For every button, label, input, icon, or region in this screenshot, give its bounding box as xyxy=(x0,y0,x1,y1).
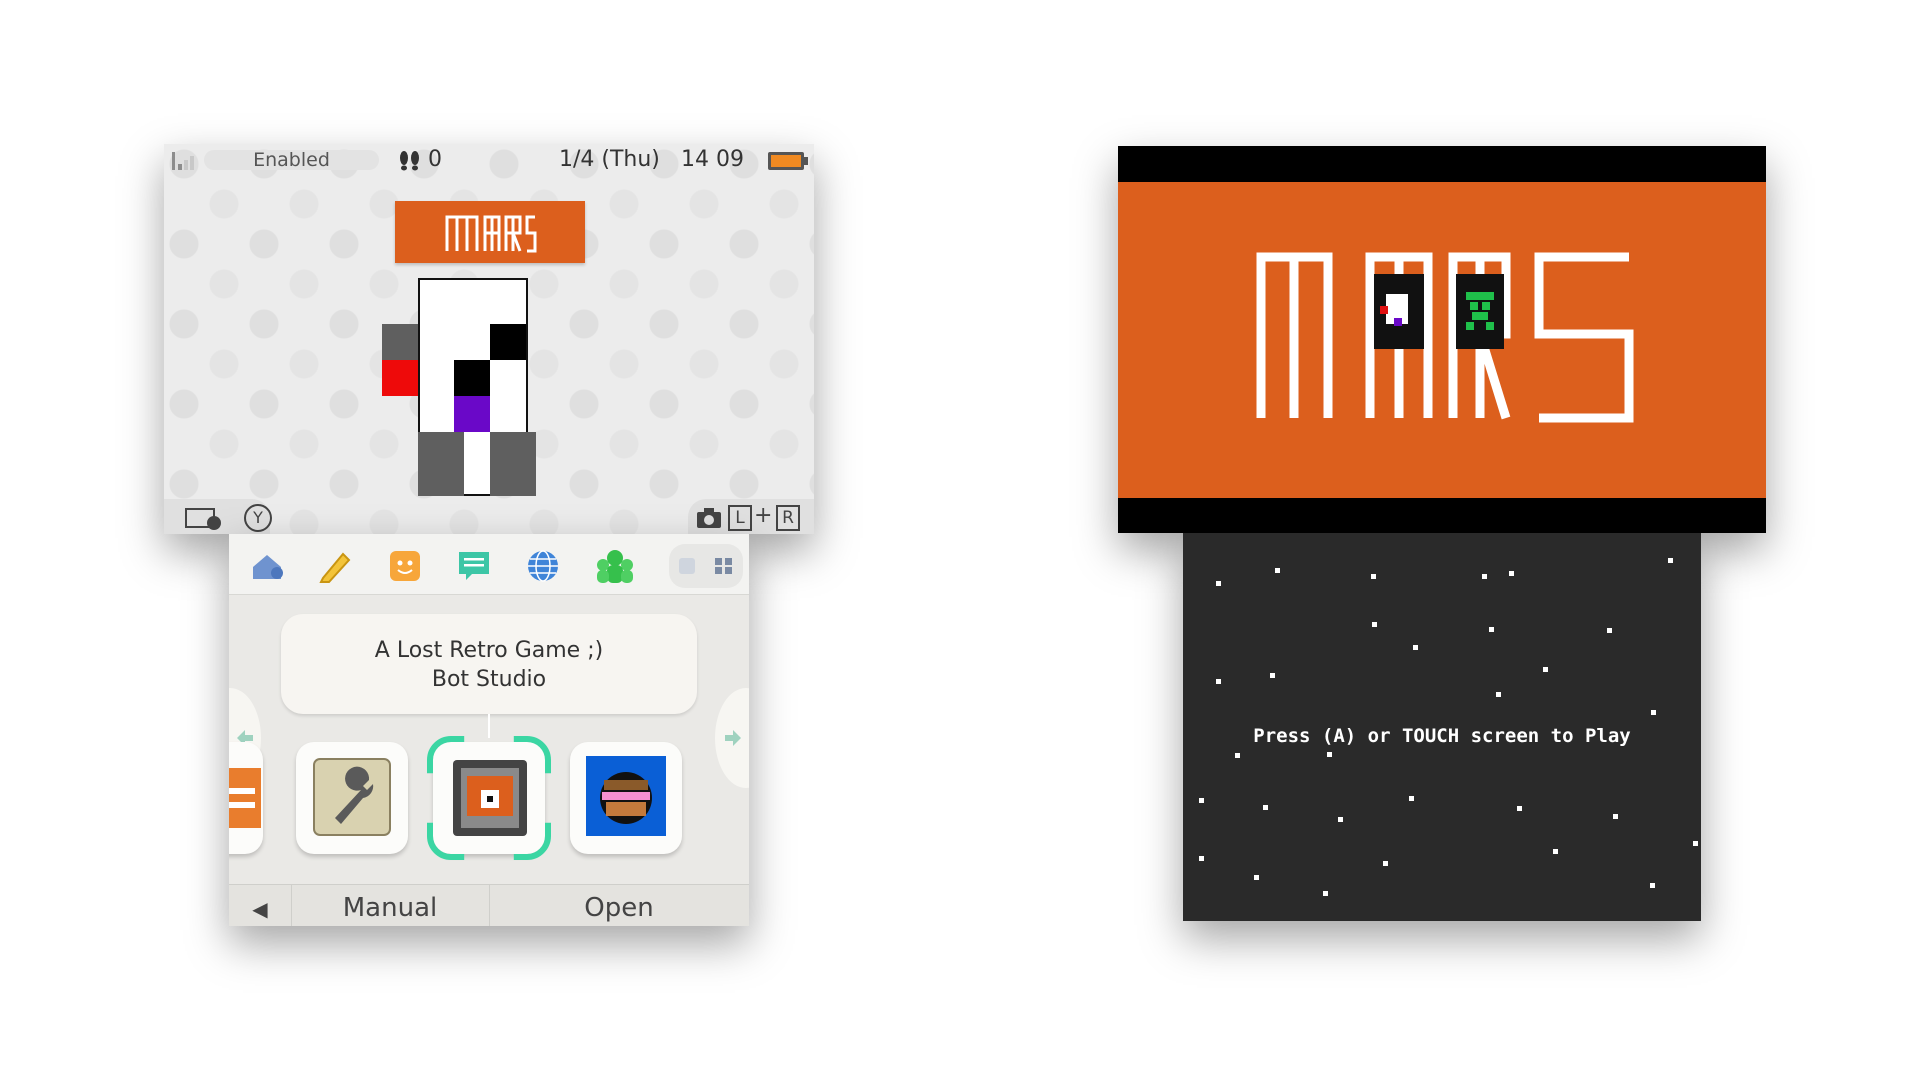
l-button-hint: L xyxy=(728,505,752,531)
star xyxy=(1651,710,1656,715)
status-bar: Enabled 0 1/4 (Thu) 14 09 xyxy=(164,144,814,176)
star xyxy=(1270,673,1275,678)
plus-sign: + xyxy=(754,503,773,528)
date-label: 1/4 (Thu) xyxy=(559,147,660,172)
app-tile-character[interactable] xyxy=(570,742,682,854)
mars-robot-sprite xyxy=(382,278,536,496)
app-title: A Lost Retro Game ;) xyxy=(374,638,604,663)
smiley-icon[interactable] xyxy=(387,548,423,584)
time-label: 14 09 xyxy=(681,147,744,172)
r-button-hint: R xyxy=(776,505,800,531)
star xyxy=(1496,692,1501,697)
settings-home-icon[interactable] xyxy=(249,548,285,584)
star xyxy=(1371,574,1376,579)
press-to-play-prompt: Press (A) or TOUCH screen to Play xyxy=(1253,725,1631,747)
star xyxy=(1338,817,1343,822)
star xyxy=(1235,753,1240,758)
game-app-icon xyxy=(229,768,261,828)
scroll-right-button[interactable] xyxy=(715,688,749,788)
star xyxy=(1199,798,1204,803)
app-tile-mars[interactable] xyxy=(427,736,551,860)
star xyxy=(1482,574,1487,579)
wrench-icon xyxy=(313,758,391,836)
wifi-status-label: Enabled xyxy=(204,150,379,170)
grid-icon xyxy=(679,558,732,574)
star xyxy=(1275,568,1280,573)
star xyxy=(1509,571,1514,576)
pencil-icon[interactable] xyxy=(317,548,353,584)
y-button-hint: Y xyxy=(244,504,272,532)
home-top-screen: Enabled 0 1/4 (Thu) 14 09 Y L + R xyxy=(164,144,814,534)
star xyxy=(1199,856,1204,861)
steps-count: 0 xyxy=(428,147,442,172)
star xyxy=(1216,581,1221,586)
star xyxy=(1668,558,1673,563)
star xyxy=(1254,875,1259,880)
manual-button[interactable]: Manual xyxy=(291,885,490,926)
friends-icon[interactable] xyxy=(593,548,637,584)
footsteps-icon xyxy=(400,151,419,171)
star xyxy=(1383,861,1388,866)
star xyxy=(1650,883,1655,888)
signal-icon xyxy=(172,152,194,170)
battery-icon xyxy=(768,152,808,170)
back-arrow-icon: ◀ xyxy=(252,897,268,921)
mars-logo xyxy=(445,215,537,253)
star xyxy=(1607,628,1612,633)
title-banner xyxy=(395,201,585,263)
camera-hint-left: Y xyxy=(164,499,272,534)
star xyxy=(1413,645,1418,650)
layout-toggle[interactable] xyxy=(669,544,743,588)
camera-icon xyxy=(697,508,721,528)
open-button[interactable]: Open xyxy=(489,885,749,926)
star xyxy=(1543,667,1548,672)
bottom-action-bar: ◀ Manual Open xyxy=(229,884,749,926)
star xyxy=(1323,891,1328,896)
game-title-logo xyxy=(1256,252,1634,423)
home-bottom-screen: A Lost Retro Game ;) Bot Studio ◀ Manual… xyxy=(229,534,749,926)
star xyxy=(1327,752,1332,757)
app-info-box: A Lost Retro Game ;) Bot Studio xyxy=(281,614,697,714)
camera-switch-icon xyxy=(185,508,221,530)
star xyxy=(1409,796,1414,801)
star xyxy=(1693,841,1698,846)
star xyxy=(1553,849,1558,854)
star xyxy=(1489,627,1494,632)
app-tile-partial[interactable] xyxy=(229,742,263,854)
arrow-right-icon xyxy=(725,730,741,746)
star xyxy=(1372,622,1377,627)
star xyxy=(1613,814,1618,819)
title-panel xyxy=(1118,182,1766,498)
game-top-screen xyxy=(1118,146,1766,533)
back-button[interactable]: ◀ xyxy=(229,885,292,926)
mars-cartridge-icon xyxy=(453,760,527,836)
home-menu-tabs xyxy=(229,534,749,595)
star xyxy=(1517,806,1522,811)
app-publisher: Bot Studio xyxy=(431,667,547,692)
app-tile-settings[interactable] xyxy=(296,742,408,854)
game-bottom-screen[interactable]: Press (A) or TOUCH screen to Play xyxy=(1183,533,1701,921)
globe-icon[interactable] xyxy=(525,548,561,584)
star xyxy=(1263,805,1268,810)
camera-hint-right: L + R xyxy=(688,499,814,534)
chat-icon[interactable] xyxy=(456,548,492,584)
star xyxy=(1216,679,1221,684)
character-app-icon xyxy=(586,756,666,836)
selection-connector xyxy=(488,714,490,738)
